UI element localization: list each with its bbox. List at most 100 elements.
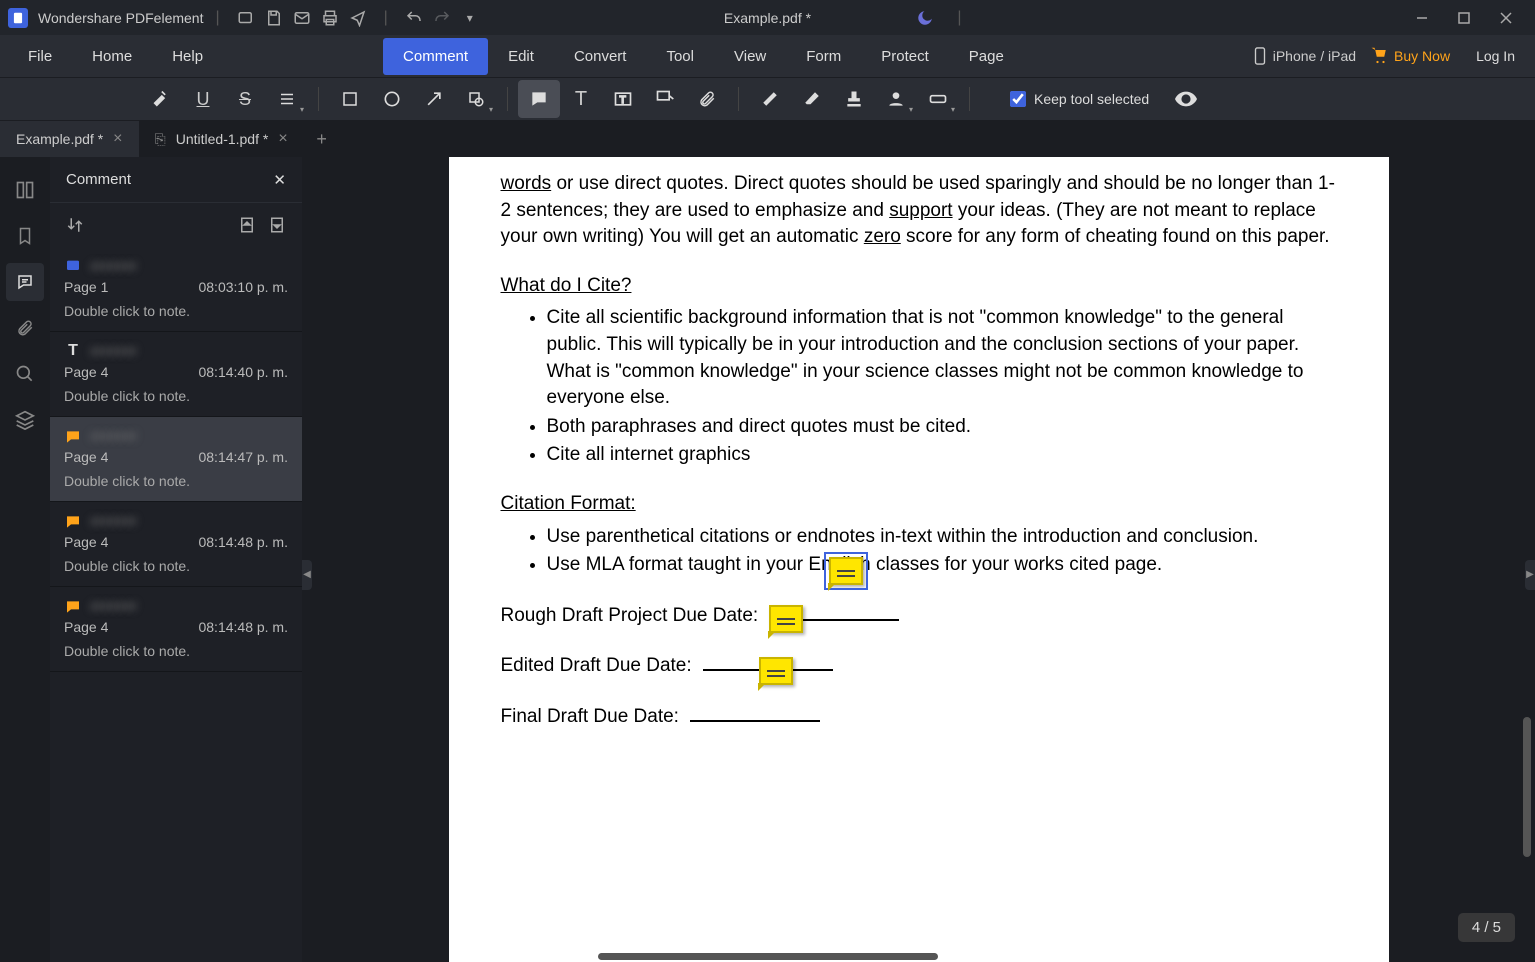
sticky-note-annotation[interactable] (769, 605, 803, 633)
tab-close-icon[interactable]: × (113, 130, 122, 148)
export-comments-icon[interactable] (268, 216, 286, 234)
save-icon[interactable] (260, 4, 288, 32)
document-canvas[interactable]: ◀ ▶ words or use direct quotes. Direct q… (302, 157, 1535, 962)
arrow-tool[interactable] (413, 80, 455, 118)
comments-sidebar: Comment ✕ ######Page 108:03:10 p. m.Doub… (50, 157, 302, 962)
comments-panel-icon[interactable] (6, 263, 44, 301)
ribbon-comment[interactable]: Comment (383, 38, 488, 75)
ribbon-view[interactable]: View (714, 38, 786, 75)
circle-tool[interactable] (371, 80, 413, 118)
app-logo (8, 8, 28, 28)
keep-tool-input[interactable] (1010, 91, 1026, 107)
list-tool[interactable] (266, 80, 308, 118)
thumbnails-panel-icon[interactable] (6, 171, 44, 209)
sticky-note-tool[interactable] (518, 80, 560, 118)
ribbon-convert[interactable]: Convert (554, 38, 647, 75)
comment-type-icon (64, 257, 82, 275)
menu-home[interactable]: Home (72, 38, 152, 75)
title-bar: Wondershare PDFelement | | ▾ Example.pdf… (0, 0, 1535, 35)
dark-mode-icon[interactable] (911, 4, 939, 32)
underline-tool[interactable]: U (182, 80, 224, 118)
vertical-scrollbar[interactable] (1523, 717, 1531, 857)
collapse-sidebar-handle[interactable]: ◀ (302, 560, 312, 590)
menu-file[interactable]: File (8, 38, 72, 75)
attachment-tool[interactable] (686, 80, 728, 118)
highlighter-tool[interactable] (140, 80, 182, 118)
signature-tool[interactable] (875, 80, 917, 118)
bookmarks-panel-icon[interactable] (6, 217, 44, 255)
menu-help[interactable]: Help (152, 38, 223, 75)
import-comments-icon[interactable] (238, 216, 256, 234)
minimize-icon[interactable] (1401, 4, 1443, 32)
comment-type-icon (64, 597, 82, 615)
ribbon-page[interactable]: Page (949, 38, 1024, 75)
sticky-note-annotation[interactable] (759, 657, 793, 685)
svg-text:T: T (620, 95, 626, 106)
login-link[interactable]: Log In (1464, 48, 1527, 64)
tab-close-icon[interactable]: × (278, 130, 287, 148)
ribbon-tool[interactable]: Tool (646, 38, 714, 75)
comment-toolbar: U S T T Keep tool selected (0, 77, 1535, 121)
document-tab[interactable]: ⎘Untitled-1.pdf *× (139, 121, 304, 157)
close-window-icon[interactable] (1485, 4, 1527, 32)
callout-tool[interactable] (644, 80, 686, 118)
sticky-note-annotation[interactable] (829, 557, 863, 585)
heading-citation-format: Citation Format: (501, 491, 1337, 518)
rectangle-tool[interactable] (329, 80, 371, 118)
comment-page: Page 4 (64, 364, 108, 380)
shape-tool[interactable] (455, 80, 497, 118)
text-box-tool[interactable]: T (602, 80, 644, 118)
comment-page: Page 1 (64, 279, 108, 295)
pdf-page: words or use direct quotes. Direct quote… (449, 157, 1389, 962)
comment-item[interactable]: T######Page 408:14:40 p. m.Double click … (50, 332, 302, 417)
redo-icon[interactable] (428, 4, 456, 32)
stamp-tool[interactable] (833, 80, 875, 118)
menu-bar: File Home Help CommentEditConvertToolVie… (0, 35, 1535, 77)
visibility-tool[interactable] (1165, 80, 1207, 118)
buy-now-link[interactable]: Buy Now (1370, 47, 1450, 65)
ribbon-edit[interactable]: Edit (488, 38, 554, 75)
eraser-tool[interactable] (791, 80, 833, 118)
comment-time: 08:03:10 p. m. (198, 279, 288, 295)
pencil-tool[interactable] (749, 80, 791, 118)
ribbon-form[interactable]: Form (786, 38, 861, 75)
sort-comments-icon[interactable] (66, 216, 84, 234)
comment-author: ###### (90, 513, 137, 529)
comment-item[interactable]: ######Page 408:14:48 p. m.Double click t… (50, 502, 302, 587)
comment-page: Page 4 (64, 619, 108, 635)
comment-time: 08:14:40 p. m. (198, 364, 288, 380)
app-name: Wondershare PDFelement (38, 10, 203, 26)
strikethrough-tool[interactable]: S (224, 80, 266, 118)
undo-icon[interactable] (400, 4, 428, 32)
maximize-icon[interactable] (1443, 4, 1485, 32)
share-icon[interactable] (344, 4, 372, 32)
comment-item[interactable]: ######Page 108:03:10 p. m.Double click t… (50, 247, 302, 332)
open-icon[interactable] (232, 4, 260, 32)
document-tab[interactable]: Example.pdf *× (0, 121, 139, 157)
attachments-panel-icon[interactable] (6, 309, 44, 347)
comment-item[interactable]: ######Page 408:14:47 p. m.Double click t… (50, 417, 302, 502)
left-rail (0, 157, 50, 962)
tab-label: Untitled-1.pdf * (176, 131, 269, 147)
comment-time: 08:14:48 p. m. (198, 534, 288, 550)
mail-icon[interactable] (288, 4, 316, 32)
iphone-ipad-link[interactable]: iPhone / iPad (1253, 47, 1356, 65)
comment-note: Double click to note. (64, 303, 288, 319)
layers-panel-icon[interactable] (6, 401, 44, 439)
horizontal-scrollbar[interactable] (598, 953, 938, 960)
document-tab-bar: Example.pdf *×⎘Untitled-1.pdf *× + (0, 121, 1535, 157)
comment-type-icon (64, 512, 82, 530)
measure-tool[interactable] (917, 80, 959, 118)
ribbon-protect[interactable]: Protect (861, 38, 949, 75)
print-icon[interactable] (316, 4, 344, 32)
page-indicator: 4 / 5 (1458, 913, 1515, 942)
keep-tool-checkbox[interactable]: Keep tool selected (1010, 91, 1149, 107)
expand-properties-handle[interactable]: ▶ (1525, 560, 1535, 590)
text-tool[interactable]: T (560, 80, 602, 118)
search-panel-icon[interactable] (6, 355, 44, 393)
new-tab-button[interactable]: + (304, 121, 340, 157)
comment-page: Page 4 (64, 449, 108, 465)
panel-close-icon[interactable]: ✕ (273, 171, 286, 189)
comment-item[interactable]: ######Page 408:14:48 p. m.Double click t… (50, 587, 302, 672)
customize-dropdown-icon[interactable]: ▾ (456, 4, 484, 32)
